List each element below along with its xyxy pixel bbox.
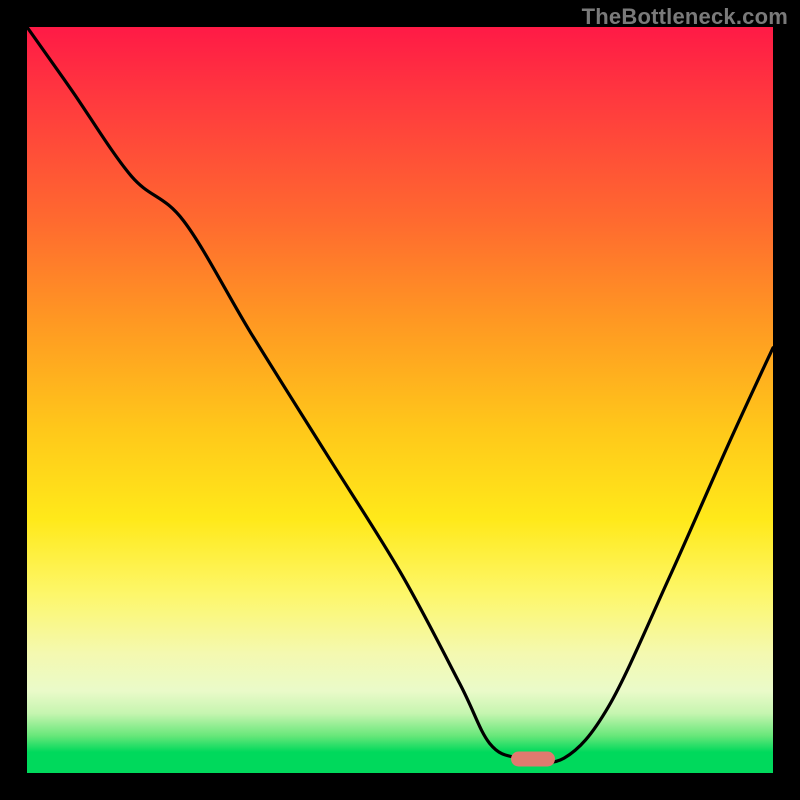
optimum-marker <box>511 751 555 766</box>
bottleneck-curve <box>27 27 773 773</box>
plot-area <box>27 27 773 773</box>
chart-frame: TheBottleneck.com <box>0 0 800 800</box>
